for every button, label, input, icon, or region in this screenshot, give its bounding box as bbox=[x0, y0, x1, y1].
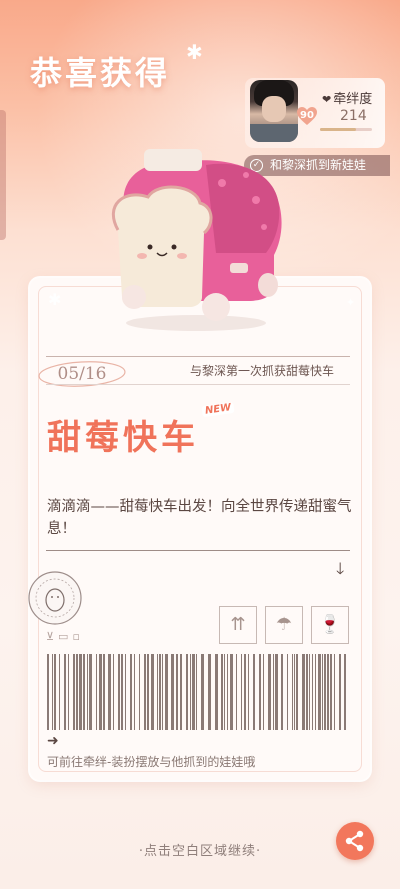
bond-value: 214 bbox=[340, 108, 367, 124]
barcode bbox=[47, 654, 346, 730]
title-star-icon: ✱ bbox=[186, 40, 203, 64]
this-way-up-icon: ⇈ bbox=[219, 606, 257, 644]
divider bbox=[46, 384, 350, 385]
heart-icon: ❤ bbox=[322, 93, 332, 106]
avatar bbox=[250, 80, 298, 142]
sparkle-icon: ✦ bbox=[346, 296, 356, 309]
sparkle-icon: ✱ bbox=[48, 290, 62, 309]
level-badge: 90 bbox=[296, 106, 318, 126]
keep-dry-icon: ☂ bbox=[265, 606, 303, 644]
bond-progress bbox=[320, 128, 372, 131]
share-button[interactable] bbox=[336, 822, 374, 860]
page-title: 恭喜获得 bbox=[30, 54, 171, 92]
care-icons: ⊻▭▫ bbox=[46, 630, 84, 643]
stamp-icon bbox=[28, 571, 82, 625]
arrow-down-icon: 🡓 bbox=[336, 559, 345, 578]
side-handle[interactable] bbox=[0, 110, 6, 240]
bond-label-row: ❤ 牵绊度 bbox=[322, 88, 372, 107]
item-name: 甜莓快车 bbox=[47, 418, 199, 458]
share-icon bbox=[345, 830, 364, 852]
item-description: 滴滴滴——甜莓快车出发！向全世界传递甜蜜气息！ bbox=[47, 499, 352, 537]
divider bbox=[46, 356, 350, 357]
first-catch-text: 与黎深第一次抓获甜莓快车 bbox=[190, 364, 335, 378]
arrow-right-icon: ➜ bbox=[47, 733, 59, 749]
level-value: 90 bbox=[300, 110, 314, 121]
goto-decorate-hint[interactable]: 可前往牵绊-装扮摆放与他抓到的娃娃哦 bbox=[47, 753, 255, 770]
divider bbox=[46, 550, 350, 551]
fragile-icon: 🍷 bbox=[311, 606, 349, 644]
bond-label: 牵绊度 bbox=[333, 92, 373, 107]
toy-illustration bbox=[111, 149, 282, 331]
